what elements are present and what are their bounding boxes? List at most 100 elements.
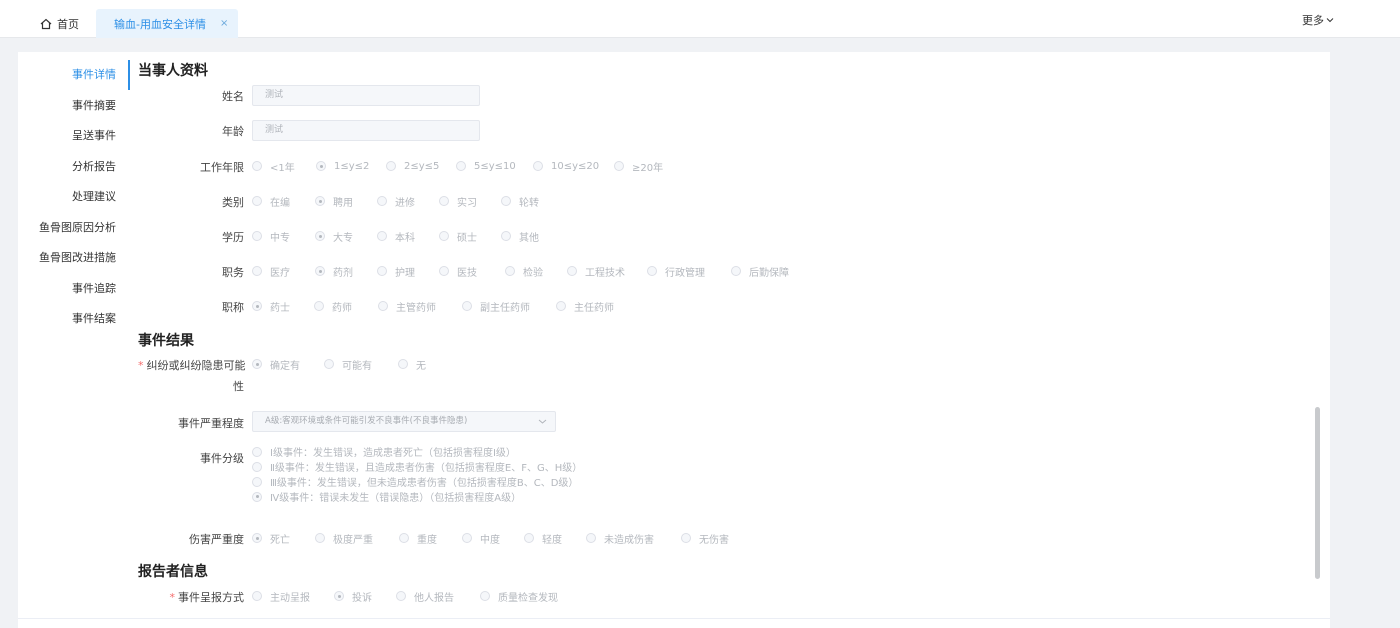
radio-icon: [556, 301, 566, 311]
nav-item-suggestions[interactable]: 处理建议: [18, 182, 130, 212]
tab-close-icon[interactable]: ×: [220, 18, 228, 29]
duty-label: 职务: [222, 266, 244, 279]
radio-icon: [681, 533, 691, 543]
nav-item-fishbone-cause[interactable]: 鱼骨图原因分析: [18, 213, 130, 243]
harm-option[interactable]: 轻度: [524, 531, 586, 546]
title-option[interactable]: 副主任药师: [462, 299, 556, 314]
grade-option[interactable]: Ⅲ级事件：发生错误，但未造成患者伤害（包括损害程度B、C、D级）: [252, 474, 582, 489]
radio-icon: [501, 196, 511, 206]
radio-icon: [567, 266, 577, 276]
category-option[interactable]: 在编: [252, 194, 315, 209]
report-method-option[interactable]: 质量检查发现: [480, 589, 558, 604]
dispute-option[interactable]: 可能有: [324, 357, 398, 372]
radio-icon: [252, 446, 262, 457]
years-option[interactable]: ≥20年: [614, 159, 663, 174]
harm-option[interactable]: 无伤害: [681, 531, 729, 546]
report-method-option[interactable]: 他人报告: [396, 589, 480, 604]
harm-option[interactable]: 未造成伤害: [586, 531, 681, 546]
education-option[interactable]: 中专: [252, 229, 315, 244]
radio-icon: [252, 461, 262, 472]
severity-value: A级:客观环境或条件可能引发不良事件(不良事件隐患): [265, 416, 468, 426]
radio-icon: [252, 231, 262, 241]
age-input[interactable]: 测试: [252, 120, 480, 141]
report-method-radio-group: 主动呈报 投诉 他人报告 质量检查发现: [252, 588, 558, 604]
duty-option[interactable]: 工程技术: [567, 264, 647, 279]
report-method-option[interactable]: 投诉: [334, 589, 396, 604]
dispute-option[interactable]: 无: [398, 357, 426, 372]
duty-option[interactable]: 检验: [505, 264, 567, 279]
report-method-option[interactable]: 主动呈报: [252, 589, 334, 604]
event-form: 当事人资料 姓名 测试 年龄 测试 工作年限 <1年 1≤y≤2 2≤y≤5 5…: [138, 52, 1288, 628]
nav-item-fishbone-improve[interactable]: 鱼骨图改进措施: [18, 243, 130, 273]
grade-radio-group: Ⅰ级事件：发生错误，造成患者死亡（包括损害程度Ⅰ级） Ⅱ级事件：发生错误，且造成…: [252, 444, 582, 504]
years-option[interactable]: 2≤y≤5: [386, 161, 456, 172]
category-radio-group: 在编 聘用 进修 实习 轮转: [252, 193, 539, 209]
years-option[interactable]: <1年: [252, 159, 316, 174]
more-label: 更多: [1302, 14, 1324, 27]
grade-option[interactable]: Ⅳ级事件：错误未发生（错误隐患）（包括损害程度A级）: [252, 489, 582, 504]
required-mark: *: [169, 591, 176, 604]
grade-label: 事件分级: [200, 452, 244, 465]
title-option[interactable]: 主任药师: [556, 299, 614, 314]
severity-select[interactable]: A级:客观环境或条件可能引发不良事件(不良事件隐患): [252, 411, 556, 432]
years-option[interactable]: 1≤y≤2: [316, 161, 386, 172]
harm-option[interactable]: 极度严重: [315, 531, 399, 546]
title-option[interactable]: 主管药师: [378, 299, 462, 314]
title-option[interactable]: 药师: [314, 299, 378, 314]
harm-option[interactable]: 死亡: [252, 531, 315, 546]
duty-option[interactable]: 医技: [439, 264, 505, 279]
severity-label: 事件严重程度: [178, 417, 244, 430]
radio-icon: [501, 231, 511, 241]
dispute-label-wrap: 性: [233, 380, 244, 393]
education-option[interactable]: 硕士: [439, 229, 501, 244]
radio-icon: [386, 161, 396, 171]
grade-option[interactable]: Ⅰ级事件：发生错误，造成患者死亡（包括损害程度Ⅰ级）: [252, 444, 582, 459]
title-option[interactable]: 药士: [252, 299, 314, 314]
radio-icon: [252, 491, 262, 502]
age-label: 年龄: [222, 125, 244, 138]
radio-icon: [439, 266, 449, 276]
dispute-option[interactable]: 确定有: [252, 357, 324, 372]
nav-item-submit-event[interactable]: 呈送事件: [18, 121, 130, 151]
radio-icon: [586, 533, 596, 543]
education-option[interactable]: 大专: [315, 229, 377, 244]
harm-label: 伤害严重度: [189, 533, 244, 546]
category-option[interactable]: 实习: [439, 194, 501, 209]
nav-item-event-tracking[interactable]: 事件追踪: [18, 274, 130, 304]
years-option[interactable]: 10≤y≤20: [533, 161, 614, 172]
nav-item-event-summary[interactable]: 事件摘要: [18, 91, 130, 121]
category-option[interactable]: 轮转: [501, 194, 539, 209]
duty-option[interactable]: 药剂: [315, 264, 377, 279]
radio-icon: [252, 533, 262, 543]
duty-option[interactable]: 后勤保障: [731, 264, 789, 279]
nav-item-event-closure[interactable]: 事件结案: [18, 304, 130, 334]
harm-option[interactable]: 中度: [462, 531, 524, 546]
tab-transfusion-detail[interactable]: 输血-用血安全详情 ×: [96, 9, 238, 38]
duty-option[interactable]: 行政管理: [647, 264, 731, 279]
duty-option[interactable]: 医疗: [252, 264, 315, 279]
title-radio-group: 药士 药师 主管药师 副主任药师 主任药师: [252, 298, 614, 314]
section-title-party: 当事人资料: [138, 63, 208, 79]
nav-item-analysis-report[interactable]: 分析报告: [18, 152, 130, 182]
grade-option[interactable]: Ⅱ级事件：发生错误，且造成患者伤害（包括损害程度E、F、G、H级）: [252, 459, 582, 474]
chevron-down-icon: [538, 419, 547, 424]
category-option[interactable]: 进修: [377, 194, 439, 209]
education-option[interactable]: 本科: [377, 229, 439, 244]
radio-icon: [439, 196, 449, 206]
radio-icon: [524, 533, 534, 543]
years-option[interactable]: 5≤y≤10: [456, 161, 533, 172]
vertical-scrollbar[interactable]: [1315, 407, 1320, 579]
education-option[interactable]: 其他: [501, 229, 539, 244]
harm-option[interactable]: 重度: [399, 531, 462, 546]
divider: [18, 618, 1330, 619]
nav-item-event-detail[interactable]: 事件详情: [18, 60, 130, 90]
category-option[interactable]: 聘用: [315, 194, 377, 209]
tab-home[interactable]: 首页: [40, 9, 79, 38]
more-dropdown[interactable]: 更多: [1302, 12, 1334, 28]
radio-icon: [647, 266, 657, 276]
education-label: 学历: [222, 231, 244, 244]
radio-icon: [398, 359, 408, 369]
name-input[interactable]: 测试: [252, 85, 480, 106]
radio-icon: [316, 161, 326, 171]
duty-option[interactable]: 护理: [377, 264, 439, 279]
